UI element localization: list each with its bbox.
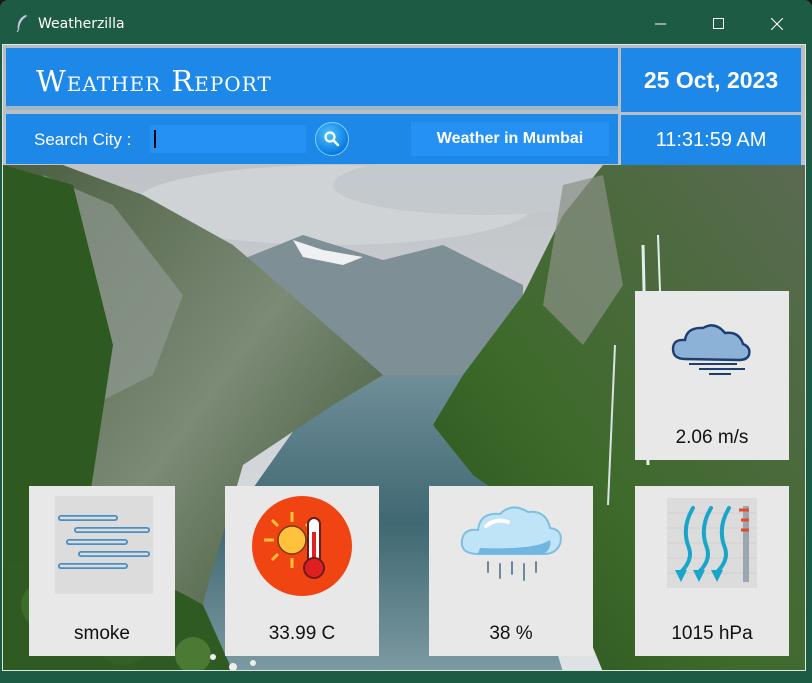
search-city-label: Search City : (34, 130, 132, 149)
temperature-card: 33.99 C (225, 486, 379, 656)
feather-icon (16, 14, 28, 32)
rain-cloud-icon (460, 506, 562, 581)
humidity-value: 38 % (489, 623, 533, 644)
date-panel: 25 Oct, 2023 (621, 48, 801, 112)
minimize-button[interactable] (632, 4, 690, 44)
minimize-icon (655, 23, 666, 25)
time-panel: 11:31:59 AM (621, 115, 801, 165)
wind-cloud-icon (671, 324, 751, 375)
search-button[interactable] (315, 122, 349, 156)
date-label: 25 Oct, 2023 (643, 66, 779, 93)
maximize-button[interactable] (690, 4, 748, 44)
search-icon (324, 131, 340, 147)
pressure-card: 1015 hPa (635, 486, 789, 656)
close-button[interactable] (748, 4, 806, 44)
description-card: smoke (29, 486, 175, 656)
description-value: smoke (74, 623, 130, 644)
close-icon (771, 18, 783, 30)
smoke-icon (55, 496, 153, 594)
text-cursor (154, 130, 156, 148)
title-bar[interactable]: Weatherzilla (0, 0, 812, 46)
wind-card: 2.06 m/s (635, 291, 789, 460)
thermometer-sun-icon (252, 496, 352, 596)
page-title: Weather Report (36, 64, 272, 98)
window-title: Weatherzilla (38, 16, 125, 32)
weather-location-label: Weather in Mumbai (411, 122, 609, 156)
app-window: Weatherzilla Weather Report 25 Oct, 2023… (0, 0, 812, 683)
temperature-value: 33.99 C (268, 623, 336, 644)
header-title-panel: Weather Report (6, 48, 618, 110)
time-label: 11:31:59 AM (655, 128, 767, 151)
maximize-icon (713, 18, 724, 29)
search-city-input[interactable] (150, 125, 306, 153)
pressure-value: 1015 hPa (671, 623, 753, 644)
humidity-card: 38 % (429, 486, 593, 656)
pressure-icon (667, 498, 757, 588)
wind-speed-value: 2.06 m/s (675, 427, 749, 448)
app-client-area: Weather Report 25 Oct, 2023 11:31:59 AM … (2, 44, 806, 671)
search-bar: Search City : Weather in Mumbai (6, 114, 618, 164)
